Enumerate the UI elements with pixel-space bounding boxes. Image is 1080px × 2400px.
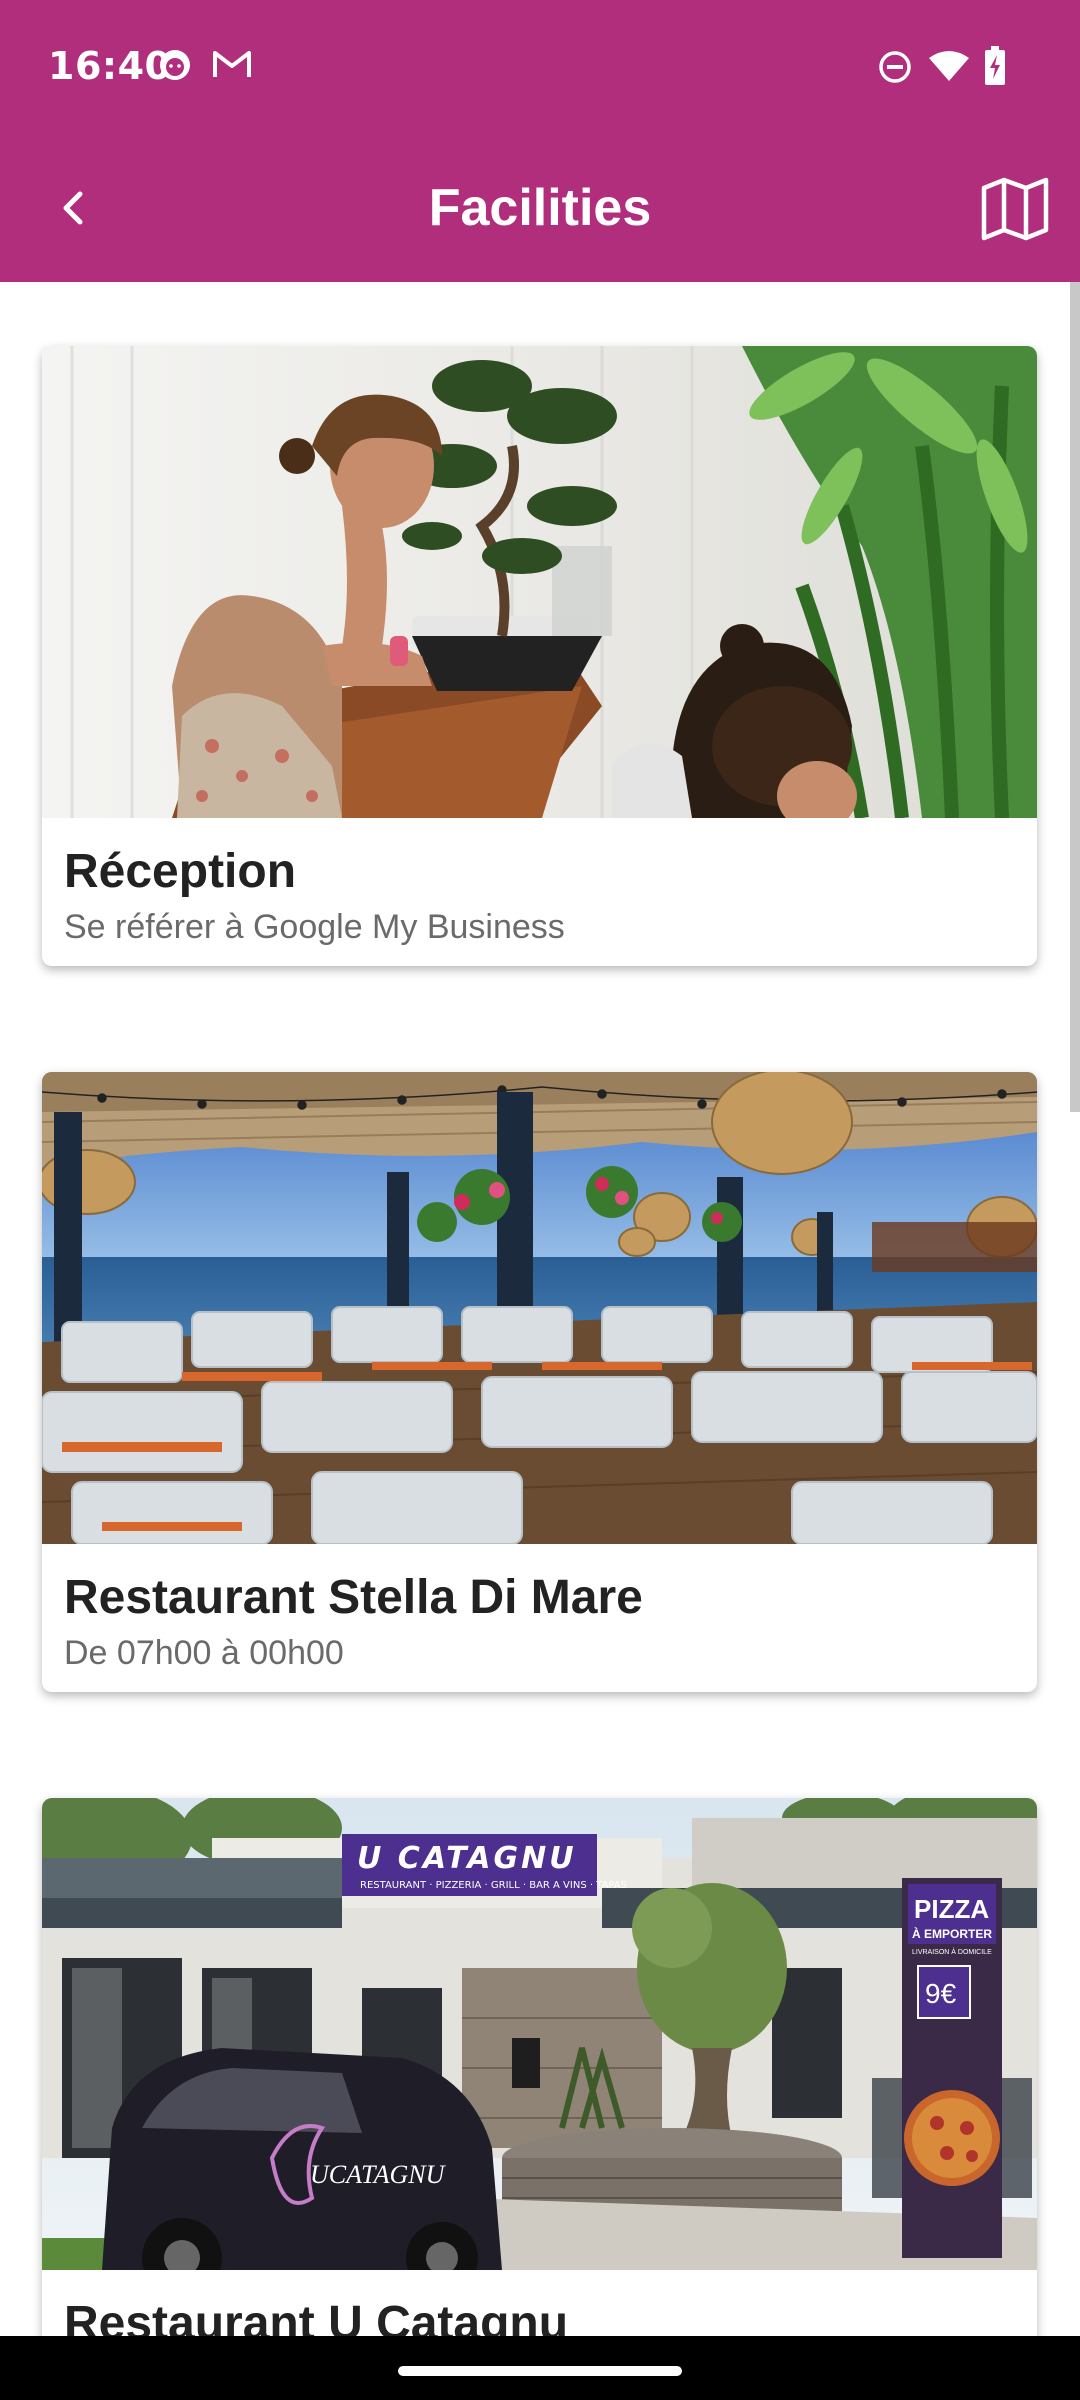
banner-price: 9€	[925, 1978, 957, 2009]
facility-card-restaurant-u-catagnu[interactable]: U CATAGNU RESTAURANT · PIZZERIA · GRILL …	[42, 1798, 1037, 2336]
status-bar: 16:40	[0, 0, 1080, 136]
banner-title: PIZZA	[914, 1894, 989, 1924]
do-not-disturb-icon	[879, 51, 911, 83]
sign-subtext: RESTAURANT · PIZZERIA · GRILL · BAR A VI…	[360, 1880, 627, 1891]
sign-text: U CATAGNU	[357, 1841, 577, 1876]
facility-title: Réception	[64, 845, 297, 898]
facility-card-restaurant-stella-di-mare[interactable]: Restaurant Stella Di Mare De 07h00 à 00h…	[42, 1072, 1037, 1692]
facility-subtitle: Se référer à Google My Business	[64, 908, 565, 946]
facility-title: Restaurant Stella Di Mare	[64, 1571, 643, 1624]
u-catagnu-photo: U CATAGNU RESTAURANT · PIZZERIA · GRILL …	[42, 1798, 1037, 2270]
banner-line-1: À EMPORTER	[912, 1926, 992, 1941]
restaurant-terrace-photo	[42, 1072, 1037, 1544]
facility-card-reception[interactable]: Réception Se référer à Google My Busines…	[42, 346, 1037, 966]
page-title: Facilities	[428, 179, 652, 237]
navigation-bar	[0, 2336, 1080, 2400]
gmail-icon	[213, 51, 251, 77]
banner-line-2: LIVRAISON À DOMICILE	[912, 1947, 992, 1956]
facility-title: Restaurant U Catagnu	[64, 2297, 569, 2336]
reception-photo	[42, 346, 1037, 818]
app-bar: Facilities	[0, 136, 1080, 282]
facility-subtitle: De 07h00 à 00h00	[64, 1634, 344, 1672]
facilities-list: Réception Se référer à Google My Busines…	[0, 282, 1080, 2336]
scrollbar[interactable]	[1070, 282, 1080, 1112]
face-notification-icon	[160, 50, 190, 80]
car-logo: UCATAGNU	[310, 2160, 447, 2189]
wifi-icon	[929, 51, 969, 81]
map-icon[interactable]	[980, 176, 1050, 242]
home-gesture-handle[interactable]	[398, 2366, 682, 2376]
status-time: 16:40	[48, 44, 172, 88]
battery-charging-icon	[985, 46, 1005, 85]
